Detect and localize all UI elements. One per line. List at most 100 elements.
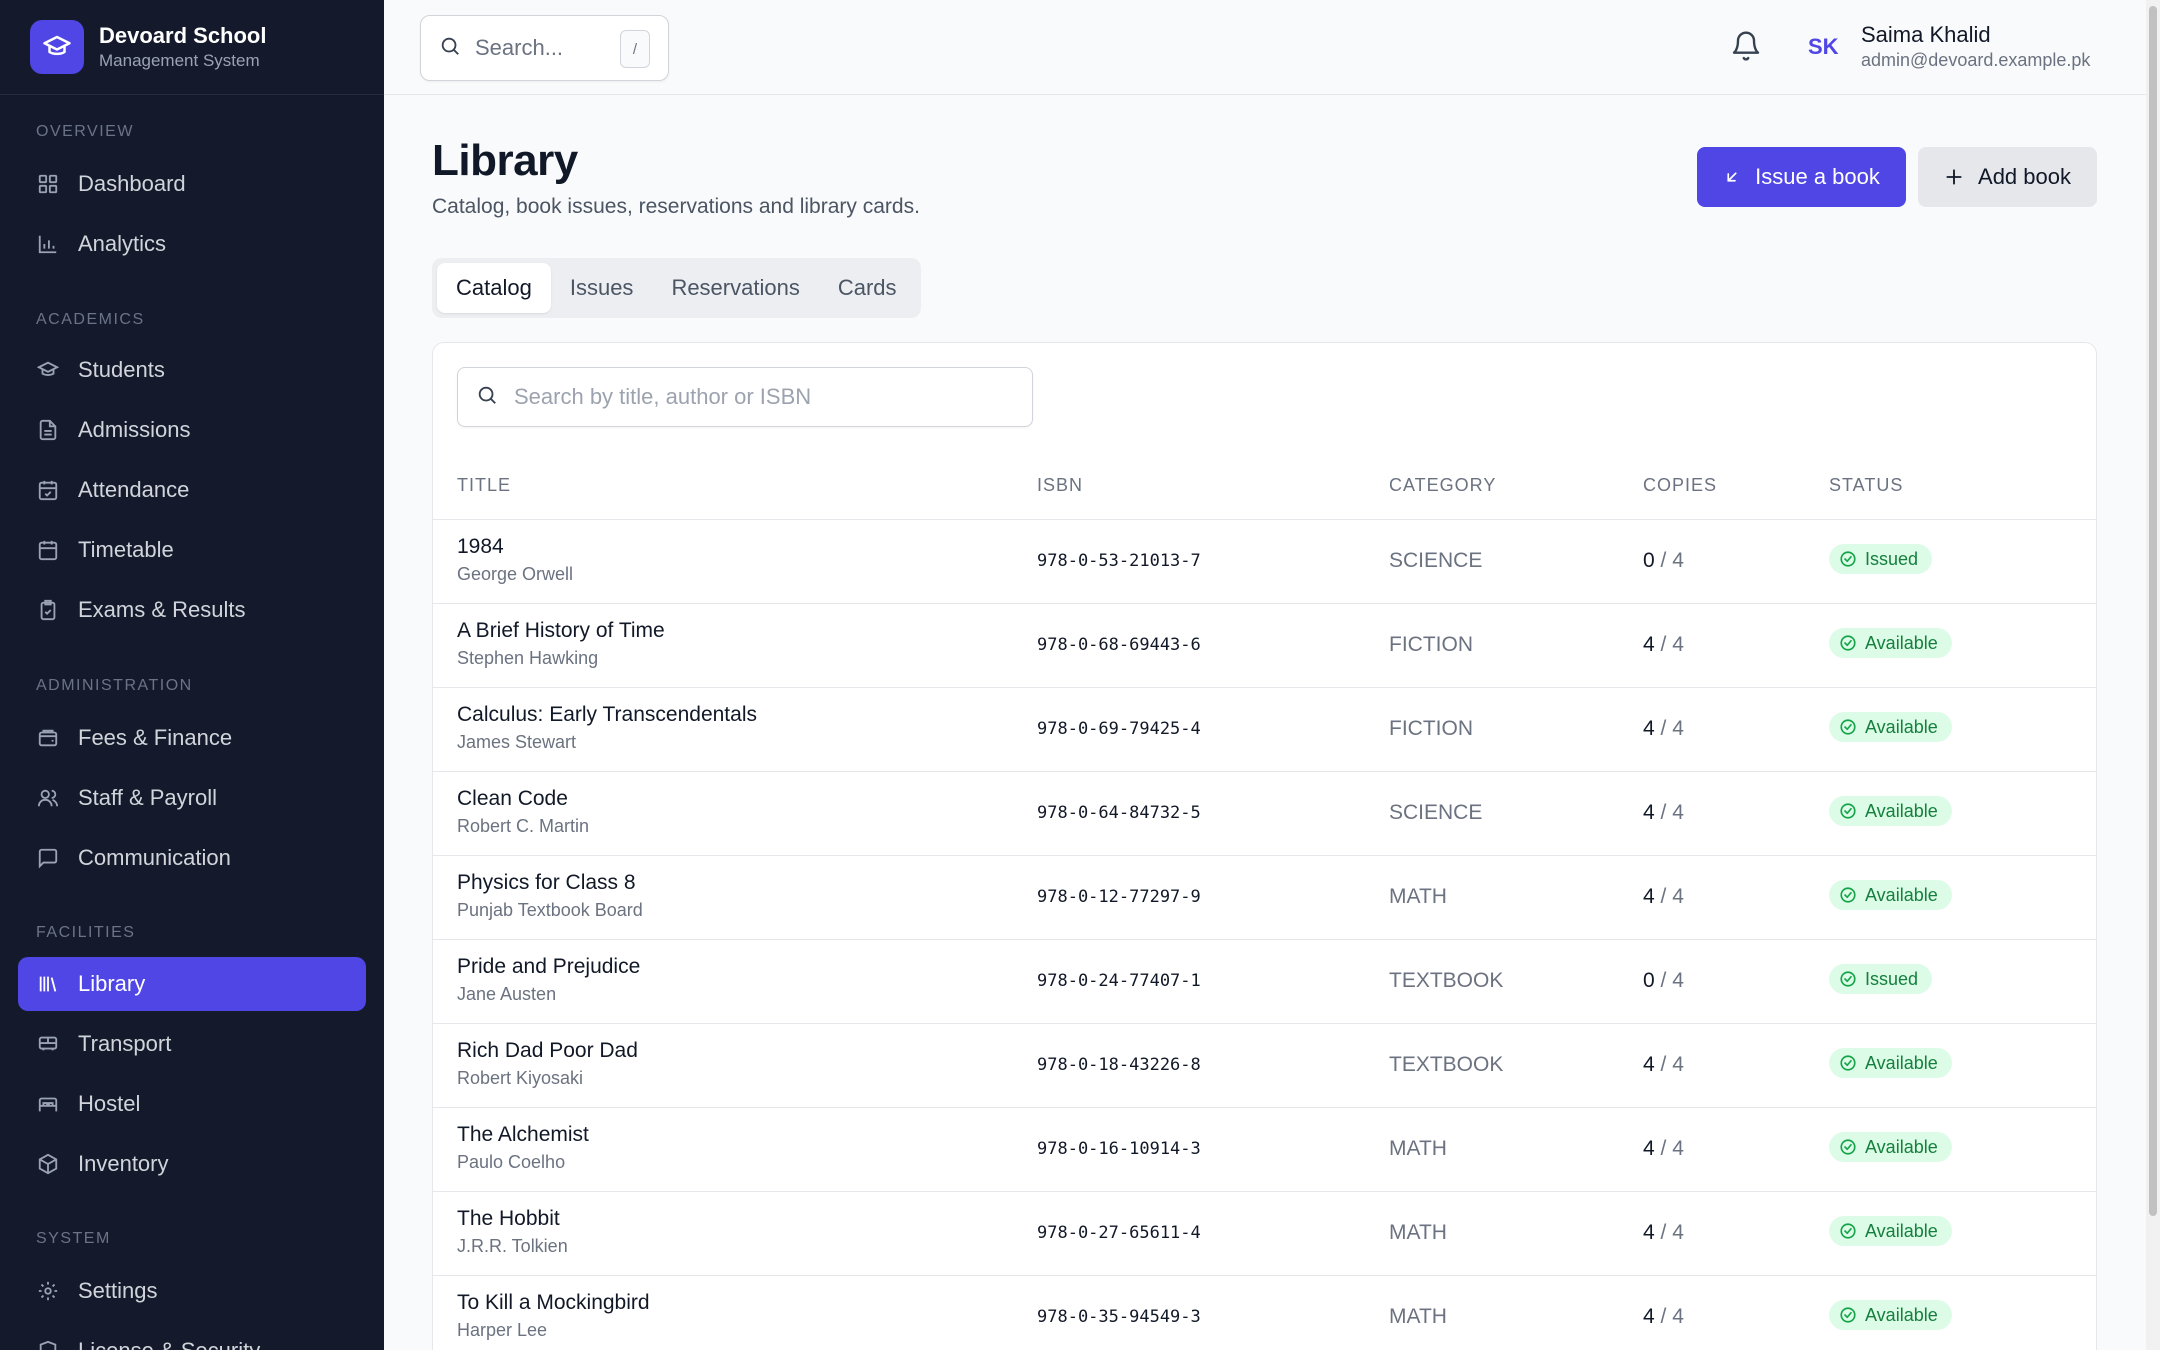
book-title[interactable]: 1984 (457, 535, 504, 559)
sidebar-item-admissions[interactable]: Admissions (18, 403, 366, 457)
copies-available: 0 (1643, 969, 1655, 992)
section-overview: OVERVIEW (36, 123, 134, 140)
copies-total: / 4 (1660, 549, 1684, 572)
page-scrollbar[interactable] (2146, 0, 2160, 1350)
issue-book-button[interactable]: Issue a book (1697, 147, 1906, 207)
status-badge: Available (1829, 1216, 1952, 1246)
bed-icon (36, 1092, 60, 1116)
sidebar-item-license-security[interactable]: License & Security (18, 1324, 366, 1350)
status-label: Issued (1865, 548, 1919, 569)
sidebar-item-inventory[interactable]: Inventory (18, 1137, 366, 1191)
status-label: Available (1865, 800, 1938, 821)
column-header-isbn[interactable]: ISBN (1037, 475, 1083, 496)
book-author: James Stewart (457, 732, 577, 752)
copies-available: 4 (1643, 1053, 1655, 1076)
calendar-icon (36, 538, 60, 562)
sidebar-item-library[interactable]: Library (18, 957, 366, 1011)
table-row[interactable]: Physics for Class 8 Punjab Textbook Board… (433, 856, 2096, 940)
book-title[interactable]: Clean Code (457, 787, 568, 811)
page-title: Library (432, 136, 578, 185)
global-search-input[interactable]: Search... / (420, 15, 669, 81)
book-category: SCIENCE (1389, 549, 1483, 572)
table-row[interactable]: The Alchemist Paulo Coelho 978-0-16-10914-… (433, 1108, 2096, 1192)
sidebar-item-hostel[interactable]: Hostel (18, 1077, 366, 1131)
status-badge: Available (1829, 1048, 1952, 1078)
sidebar-item-students[interactable]: Students (18, 343, 366, 397)
sidebar-item-label: Attendance (78, 477, 190, 502)
bar-chart-icon (36, 232, 60, 256)
status-label: Available (1865, 1304, 1938, 1325)
sidebar-item-analytics[interactable]: Analytics (18, 217, 366, 271)
copies-available: 4 (1643, 1137, 1655, 1160)
tab-reservations[interactable]: Reservations (652, 263, 818, 313)
status-label: Available (1865, 1220, 1938, 1241)
library-tabs: Catalog Issues Reservations Cards (432, 258, 921, 318)
table-row[interactable]: Calculus: Early Transcendentals James Ste… (433, 688, 2096, 772)
table-row[interactable]: Pride and Prejudice Jane Austen 978-0-24-7… (433, 940, 2096, 1024)
table-row[interactable]: 1984 George Orwell 978-0-53-21013-7 SCIENCE… (433, 520, 2096, 604)
book-isbn: 978-0-53-21013-7 (1037, 551, 1201, 571)
copies-total: / 4 (1660, 1053, 1684, 1076)
avatar[interactable]: SK (1808, 34, 1839, 60)
sidebar-item-communication[interactable]: Communication (18, 831, 366, 885)
column-header-copies[interactable]: COPIES (1643, 475, 1717, 496)
sidebar-item-transport[interactable]: Transport (18, 1017, 366, 1071)
sidebar-item-timetable[interactable]: Timetable (18, 523, 366, 577)
book-title[interactable]: Physics for Class 8 (457, 871, 636, 895)
book-title[interactable]: Rich Dad Poor Dad (457, 1039, 638, 1063)
book-author: Harper Lee (457, 1320, 548, 1340)
column-header-status[interactable]: STATUS (1829, 475, 1903, 496)
book-isbn: 978-0-35-94549-3 (1037, 1307, 1201, 1327)
column-header-category[interactable]: CATEGORY (1389, 475, 1496, 496)
book-isbn: 978-0-18-43226-8 (1037, 1055, 1201, 1075)
sidebar-item-label: Exams & Results (78, 597, 246, 622)
sidebar-item-label: Transport (78, 1031, 172, 1056)
sidebar-item-dashboard[interactable]: Dashboard (18, 157, 366, 211)
table-row[interactable]: A Brief History of Time Stephen Hawking 97… (433, 604, 2096, 688)
table-row[interactable]: Clean Code Robert C. Martin 978-0-64-84732… (433, 772, 2096, 856)
sidebar-item-label: Fees & Finance (78, 725, 233, 750)
tab-issues[interactable]: Issues (551, 263, 653, 313)
column-header-title[interactable]: TITLE (457, 475, 511, 496)
catalog-search-input[interactable]: Search by title, author or ISBN (457, 367, 1033, 427)
table-row[interactable]: Rich Dad Poor Dad Robert Kiyosaki 978-0-18… (433, 1024, 2096, 1108)
graduation-cap-icon (36, 358, 60, 382)
book-isbn: 978-0-64-84732-5 (1037, 803, 1201, 823)
book-title[interactable]: Calculus: Early Transcendentals (457, 703, 757, 727)
book-title[interactable]: A Brief History of Time (457, 619, 665, 643)
book-category: FICTION (1389, 717, 1473, 740)
sidebar-item-settings[interactable]: Settings (18, 1264, 366, 1318)
book-title[interactable]: Pride and Prejudice (457, 955, 640, 979)
sidebar-item-exams-results[interactable]: Exams & Results (18, 583, 366, 637)
table-row[interactable]: The Hobbit J.R.R. Tolkien 978-0-27-65611-4… (433, 1192, 2096, 1276)
sidebar-item-label: Settings (78, 1278, 158, 1303)
sidebar-item-attendance[interactable]: Attendance (18, 463, 366, 517)
book-isbn: 978-0-68-69443-6 (1037, 635, 1201, 655)
user-name[interactable]: Saima Khalid (1861, 22, 1991, 48)
copies-available: 4 (1643, 1305, 1655, 1328)
book-isbn: 978-0-12-77297-9 (1037, 887, 1201, 907)
search-icon (439, 35, 461, 62)
table-row[interactable]: To Kill a Mockingbird Harper Lee 978-0-35-… (433, 1276, 2096, 1350)
wallet-icon (36, 726, 60, 750)
users-icon (36, 786, 60, 810)
tab-catalog[interactable]: Catalog (437, 263, 551, 313)
brand[interactable]: Devoard School Management System (0, 0, 384, 95)
sidebar-item-staff-payroll[interactable]: Staff & Payroll (18, 771, 366, 825)
status-badge: Available (1829, 1300, 1952, 1330)
status-badge: Available (1829, 880, 1952, 910)
book-copies: 4 / 4 (1643, 1221, 1684, 1245)
check-circle-icon (1839, 970, 1857, 988)
notifications-bell-icon[interactable] (1730, 30, 1764, 64)
add-book-button[interactable]: Add book (1918, 147, 2097, 207)
scrollbar-thumb[interactable] (2149, 6, 2157, 1216)
check-circle-icon (1839, 634, 1857, 652)
book-title[interactable]: The Hobbit (457, 1207, 560, 1231)
book-title[interactable]: The Alchemist (457, 1123, 589, 1147)
sidebar-item-fees-finance[interactable]: Fees & Finance (18, 711, 366, 765)
section-academics: ACADEMICS (36, 311, 145, 328)
check-circle-icon (1839, 1222, 1857, 1240)
book-title[interactable]: To Kill a Mockingbird (457, 1291, 650, 1315)
tab-cards[interactable]: Cards (819, 263, 916, 313)
check-circle-icon (1839, 886, 1857, 904)
